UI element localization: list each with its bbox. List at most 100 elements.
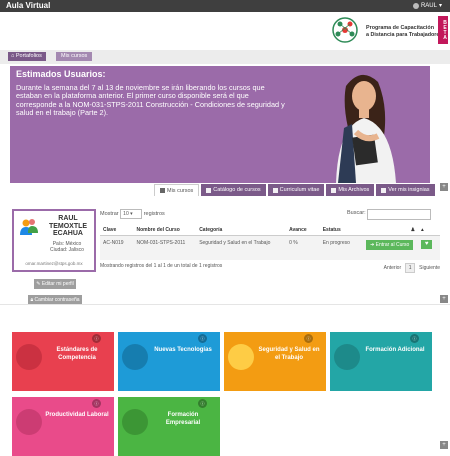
user-menu[interactable]: RAUL ▾ <box>412 2 442 9</box>
tile-seguridad[interactable]: Seguridad y Salud en el Trabajo ⓘ <box>224 332 326 391</box>
cell-clave: AC-N019 <box>100 235 134 260</box>
banner-title: Estimados Usuarios: <box>16 69 106 79</box>
enter-course-label: Entrar al Curso <box>375 242 410 248</box>
tab-label: Curriculum vitae <box>279 187 320 193</box>
records-label: registros <box>143 211 165 217</box>
cell-estatus: En progreso <box>319 235 364 260</box>
user-icon: ♟ <box>410 226 416 233</box>
tab-mis-cursos[interactable]: Mis cursos <box>154 184 200 196</box>
profile-card: RAUL TEMOXTLE ECAHUA País: México Ciudad… <box>12 209 96 272</box>
courses-table: Clave Nombre del Curso Categoría Avance … <box>100 224 440 260</box>
breadcrumb-portafolios[interactable]: ⌂ Portafolios <box>8 52 46 61</box>
file-icon <box>331 187 337 193</box>
tile-label: Formación Empresarial <box>165 412 201 426</box>
change-password-label: Cambiar contraseña <box>34 297 80 303</box>
column-avance[interactable]: Avance <box>286 224 320 236</box>
edit-profile-button[interactable]: ✎ Editar mi perfil <box>34 279 76 289</box>
tab-label: Mis Archivos <box>338 187 370 193</box>
touch-icon <box>122 344 148 370</box>
show-label: Mostrar <box>100 211 119 217</box>
tile-estandares[interactable]: Estándares de Competencia ⓘ <box>12 332 114 391</box>
collapse-banner-button[interactable]: + <box>440 183 448 191</box>
profile-name-line1: RAUL <box>58 215 78 222</box>
cell-nombre: NOM-031-STPS-2011 <box>133 235 197 260</box>
tab-curriculum[interactable]: Curriculum vitae <box>267 184 325 196</box>
tile-label: Nuevas Tecnologías <box>154 347 212 353</box>
tile-empresarial[interactable]: Formación Empresarial ⓘ <box>118 397 220 456</box>
enter-course-button[interactable]: ➜ Entrar al Curso <box>366 240 414 250</box>
tab-label: Mis cursos <box>167 187 194 194</box>
tab-archivos[interactable]: Mis Archivos <box>326 184 375 196</box>
cell-enter: ➜ Entrar al Curso <box>363 235 419 260</box>
page-1-button[interactable]: 1 <box>405 263 416 273</box>
safety-helmet-icon <box>228 344 254 370</box>
breadcrumb-portafolios-label: Portafolios <box>15 53 42 59</box>
info-icon[interactable]: ⓘ <box>410 334 419 343</box>
cell-favorite: ♥ <box>418 235 440 260</box>
table-summary: Mostrando registros del 1 al 1 de un tot… <box>100 263 223 269</box>
column-actions: ♟ <box>363 224 419 236</box>
heart-icon[interactable]: ♥ <box>421 240 433 249</box>
info-icon[interactable]: ⓘ <box>198 399 207 408</box>
search-input[interactable] <box>367 209 431 220</box>
tile-tecnologias[interactable]: Nuevas Tecnologías ⓘ <box>118 332 220 391</box>
tile-label: Productividad Laboral <box>45 412 109 418</box>
column-nombre[interactable]: Nombre del Curso <box>133 224 197 236</box>
page-size-select[interactable]: 10 ▾ <box>120 209 143 219</box>
program-name: Programa de Capacitación a Distancia par… <box>366 25 442 39</box>
profile-location: País: México Ciudad: Jalisco <box>40 241 94 253</box>
collapse-section-button[interactable]: + <box>440 295 448 303</box>
tab-insignias[interactable]: Ver mis insignias <box>376 184 435 196</box>
tile-label: Seguridad y Salud en el Trabajo <box>258 347 320 361</box>
cell-categoria: Seguridad y Salud en el Trabajo <box>196 235 287 260</box>
column-favorite: ▴ <box>418 224 440 236</box>
table-footer: Mostrando registros del 1 al 1 de un tot… <box>100 263 440 273</box>
column-clave[interactable]: Clave <box>100 224 134 236</box>
table-header-row: Clave Nombre del Curso Categoría Avance … <box>100 224 440 236</box>
tile-productividad[interactable]: Productividad Laboral ⓘ <box>12 397 114 456</box>
table-row: AC-N019 NOM-031-STPS-2011 Seguridad y Sa… <box>100 235 440 260</box>
breadcrumb-mis-cursos[interactable]: Mis cursos <box>56 52 93 61</box>
info-icon[interactable]: ⓘ <box>198 334 207 343</box>
profile-name: RAUL TEMOXTLE ECAHUA <box>42 215 94 238</box>
search-label: Buscar: <box>347 210 366 216</box>
business-icon <box>122 409 148 435</box>
next-page-button[interactable]: Siguiente <box>419 265 440 271</box>
tile-formacion-adicional[interactable]: Formación Adicional ⓘ <box>330 332 432 391</box>
stps-logo <box>332 17 358 43</box>
info-icon[interactable]: ⓘ <box>92 334 101 343</box>
previous-page-button[interactable]: Anterior <box>384 265 402 271</box>
info-icon[interactable]: ⓘ <box>92 399 101 408</box>
profile-name-line2: TEMOXTLE <box>48 222 88 230</box>
info-icon[interactable]: ⓘ <box>304 334 313 343</box>
program-name-line2: a Distancia para Trabajadores <box>366 32 443 38</box>
star-icon <box>272 187 278 193</box>
app-title: Aula Virtual <box>6 1 51 10</box>
program-name-line1: Programa de Capacitación <box>366 25 435 31</box>
list-icon <box>206 187 212 193</box>
column-categoria[interactable]: Categoría <box>196 224 287 236</box>
student-photo <box>336 74 396 183</box>
productivity-icon <box>16 409 42 435</box>
beta-badge: BETA <box>438 16 448 44</box>
section-divider <box>0 304 450 305</box>
collapse-categories-button[interactable]: + <box>440 441 448 449</box>
top-bar: Aula Virtual RAUL ▾ <box>0 0 450 12</box>
edit-profile-label: Editar mi perfil <box>41 281 74 287</box>
book-icon <box>160 188 165 193</box>
profile-name-line3: ECAHUA <box>53 230 83 237</box>
column-estatus[interactable]: Estatus <box>319 224 364 236</box>
tabs: Mis cursos Catálogo de cursos Curriculum… <box>154 184 435 196</box>
announcement-banner: Estimados Usuarios: Durante la semana de… <box>10 66 430 183</box>
tile-label: Formación Adicional <box>365 347 425 353</box>
competency-icon <box>16 344 42 370</box>
training-icon <box>334 344 360 370</box>
page-size-value: 10 <box>123 211 129 217</box>
user-name: RAUL <box>420 2 437 9</box>
profile-city: Ciudad: Jalisco <box>50 247 84 253</box>
chevron-down-icon: ▾ <box>438 3 442 9</box>
tab-label: Catálogo de cursos <box>213 187 261 193</box>
trophy-icon <box>381 187 387 193</box>
tile-label: Estándares de Competencia <box>56 347 98 361</box>
tab-catalogo[interactable]: Catálogo de cursos <box>201 184 266 196</box>
